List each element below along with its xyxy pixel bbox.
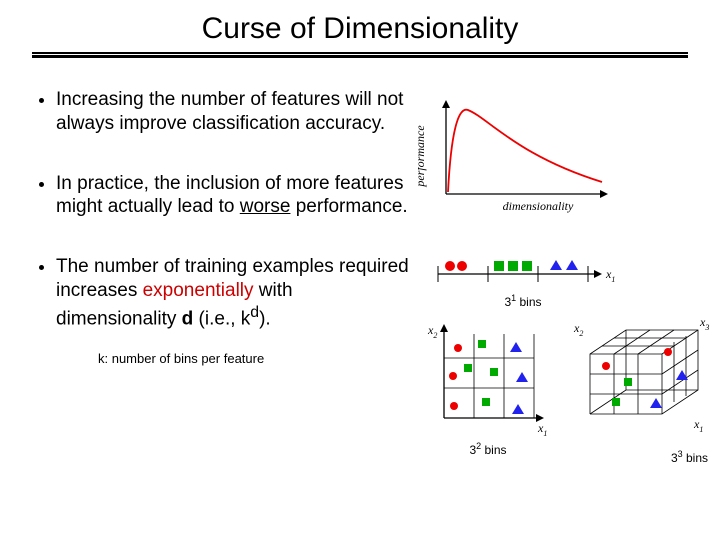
svg-text:x2: x2 — [573, 321, 583, 338]
bullet-1-text: Increasing the number of features will n… — [56, 89, 403, 134]
svg-text:x1: x1 — [605, 267, 615, 284]
bullet-1: Increasing the number of features will n… — [56, 88, 410, 136]
svg-text:x1: x1 — [693, 417, 703, 434]
bullet-3-red: exponentially — [143, 280, 254, 301]
svg-text:x3: x3 — [699, 318, 709, 332]
bullet-2: In practice, the inclusion of more featu… — [56, 172, 410, 220]
bullet-3-tail: (i.e., k — [193, 308, 250, 329]
plot-ylabel: performance — [418, 125, 427, 188]
svg-text:x1: x1 — [537, 421, 547, 436]
performance-curve-plot: performance dimensionality — [418, 96, 618, 216]
bins-2d-caption: 32 bins — [418, 441, 558, 457]
page-title: Curse of Dimensionality — [0, 0, 720, 46]
figures-panel: performance dimensionality x1 31 bins — [418, 96, 718, 221]
bins-1d-figure: x1 31 bins — [428, 254, 618, 309]
bullet-2-post: performance. — [290, 196, 407, 217]
bins-3d-figure: x2 x3 x1 33 bins — [566, 318, 716, 465]
bullet-3-d: d — [182, 308, 194, 329]
plot-xlabel: dimensionality — [503, 199, 574, 213]
bullet-list: Increasing the number of features will n… — [0, 88, 410, 331]
bins-2d-figure: x2 x1 32 bins — [418, 318, 558, 457]
svg-text:x2: x2 — [427, 323, 437, 340]
bullet-3-sup: d — [250, 304, 259, 321]
bullet-2-underline: worse — [240, 196, 291, 217]
bins-1d-caption: 31 bins — [428, 293, 618, 309]
bullet-3-end: ). — [259, 308, 271, 329]
bullet-3: The number of training examples required… — [56, 255, 410, 331]
bins-3d-caption: 33 bins — [566, 449, 716, 465]
